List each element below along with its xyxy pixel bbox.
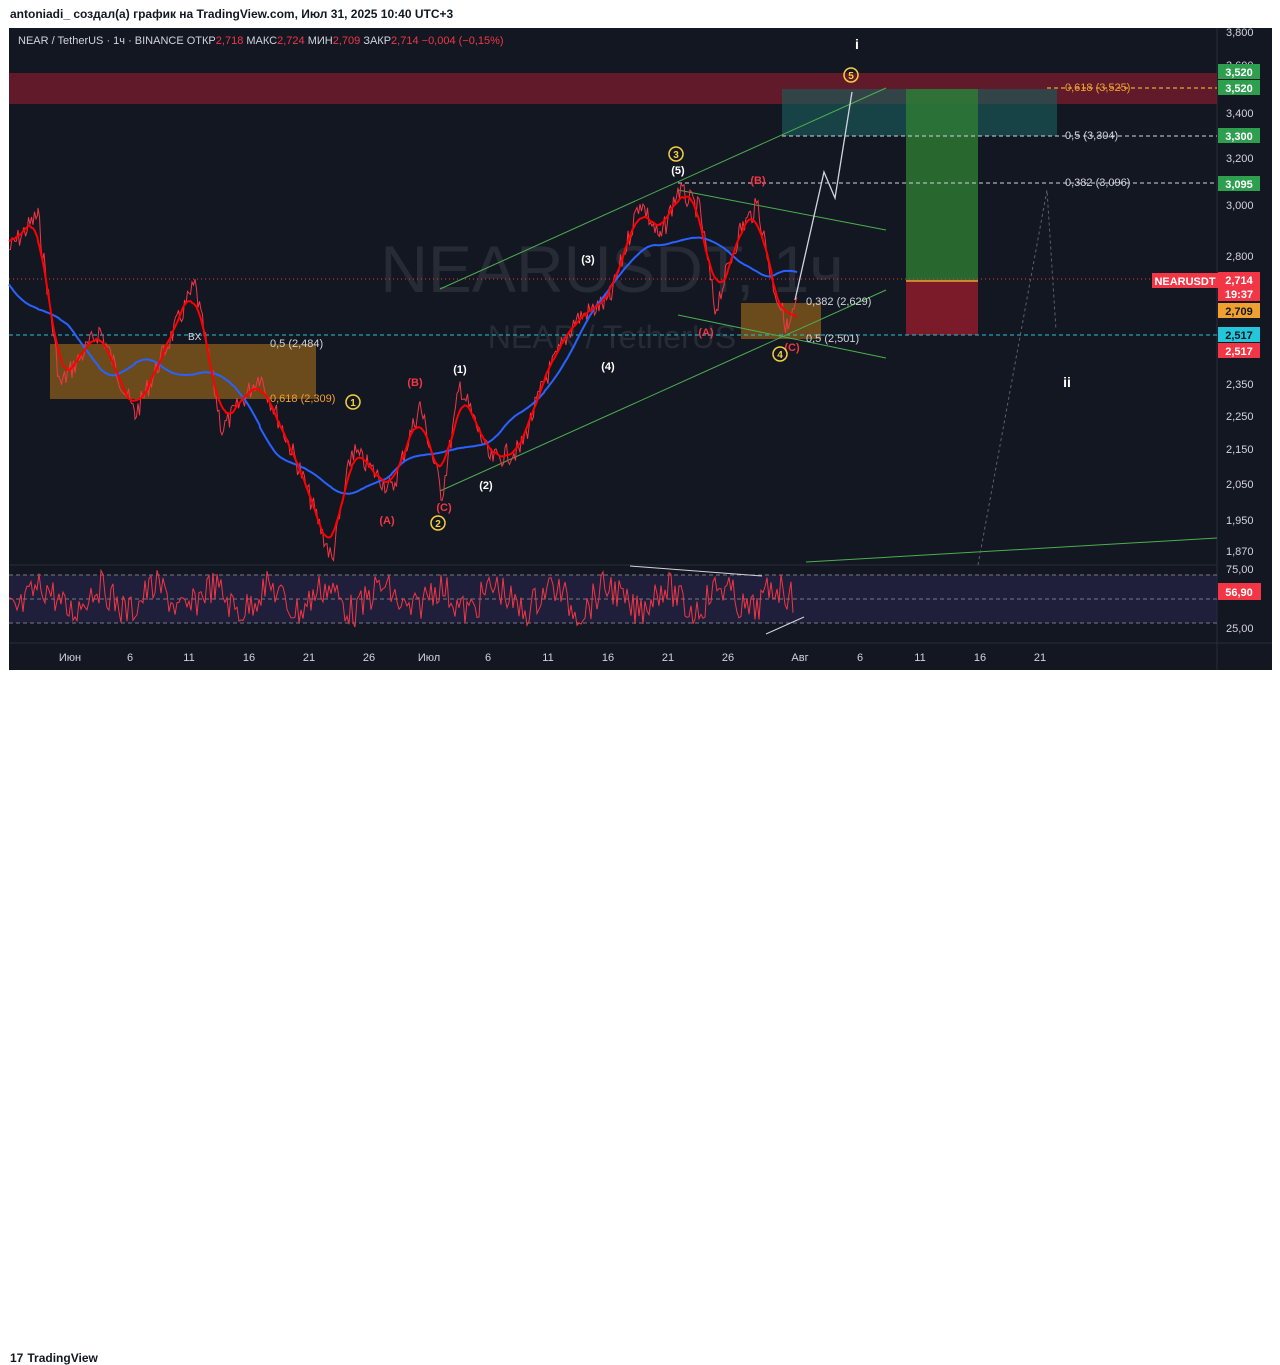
legend-low-value: 2,709 <box>332 35 361 47</box>
x-tick-label: 6 <box>857 652 863 664</box>
x-tick-label: 21 <box>303 652 315 664</box>
long-trend-line <box>805 537 1218 563</box>
y-tick-label: 3,000 <box>1226 200 1254 212</box>
legend-close-value: 2,714 <box>391 35 419 47</box>
wedge-upper <box>677 189 887 231</box>
legend-change: −0,004 (−0,15%) <box>421 35 504 47</box>
y-tick-label: 3,200 <box>1226 153 1254 165</box>
price-tag-label: 3,520 <box>1225 67 1253 79</box>
legend-high-label: МАКС <box>246 35 278 47</box>
tradingview-brand: TradingView <box>27 1351 98 1365</box>
price-tag-label: 2,714 <box>1225 275 1253 287</box>
wave-label-(B)-1: (B) <box>407 377 423 389</box>
legend-open-label: ОТКР <box>186 35 216 47</box>
wave-label-(5): (5) <box>671 165 685 177</box>
price-tag-label: 2,517 <box>1225 346 1253 358</box>
x-tick-label: Июл <box>418 652 440 664</box>
stop-loss-zone <box>906 281 978 335</box>
wave-circle-label-4: 4 <box>777 350 783 361</box>
x-tick-label: 16 <box>243 652 255 664</box>
price-tag-label: 3,095 <box>1225 179 1253 191</box>
y-tick-label: 3,800 <box>1226 27 1254 39</box>
fib-label-3525: 0,618 (3,525) <box>1065 82 1130 94</box>
x-tick-label: 11 <box>183 652 194 664</box>
wave-label-(C)-1: (C) <box>436 502 452 514</box>
wave-circle-label-1: 1 <box>350 398 356 409</box>
fib-label-2629: 0,382 (2,629) <box>806 296 871 308</box>
bx-label: BX <box>188 332 202 343</box>
wave-label-ii: ii <box>1063 374 1071 390</box>
wave-label-(4): (4) <box>601 361 615 373</box>
tradingview-logo[interactable]: 17 TradingView <box>10 1351 98 1365</box>
legend-high-value: 2,724 <box>277 35 305 47</box>
x-tick-label: 6 <box>127 652 133 664</box>
y-tick-label: 3,400 <box>1226 108 1254 120</box>
y-tick-label: 1,950 <box>1226 515 1254 527</box>
x-tick-label: 11 <box>914 652 925 664</box>
legend-close-label: ЗАКР <box>363 35 392 47</box>
price-tag-label: 3,300 <box>1225 131 1253 143</box>
wave-circle-label-2: 2 <box>435 519 441 530</box>
x-tick-label: 16 <box>602 652 614 664</box>
wave-label-(A)-2: (A) <box>698 327 714 339</box>
legend-low-label: МИН <box>307 35 333 47</box>
x-tick-label: 11 <box>542 652 553 664</box>
projection-ii <box>977 189 1057 566</box>
y-tick-label: 2,250 <box>1226 411 1254 423</box>
y-tick-label: 2,150 <box>1226 444 1254 456</box>
chart-footer: 17 TradingView <box>0 670 1280 1365</box>
price-tag-label: 19:37 <box>1225 289 1253 301</box>
price-tag-label: 2,517 <box>1225 330 1253 342</box>
chart-legend: NEAR / TetherUS · 1ч · BINANCE ОТКР2,718… <box>18 35 504 47</box>
take-profit-zone <box>906 89 978 281</box>
legend-symbol: NEAR / TetherUS · 1ч · BINANCE <box>18 35 184 47</box>
x-tick-label: Июн <box>59 652 81 664</box>
trading-chart[interactable]: NEARUSDT, 1ч NEAR / TetherUS 0,618 (3,52… <box>0 0 1280 706</box>
wave-label-(1): (1) <box>453 364 467 376</box>
wave-label-i: i <box>855 36 859 52</box>
legend-open-value: 2,718 <box>215 35 244 47</box>
y-tick-label: 2,800 <box>1226 251 1254 263</box>
y-tick-label: 2,050 <box>1226 479 1254 491</box>
price-tag-label: 2,709 <box>1225 306 1253 318</box>
fib-label-2501: 0,5 (2,501) <box>806 333 859 345</box>
x-tick-label: 21 <box>662 652 674 664</box>
rsi-tick-25: 25,00 <box>1226 623 1254 635</box>
rsi-value-label: 56,90 <box>1225 587 1253 599</box>
x-tick-label: 21 <box>1034 652 1046 664</box>
rsi-tick-75: 75,00 <box>1226 564 1254 576</box>
wave-label-(3): (3) <box>581 254 595 266</box>
wave-circle-label-5: 5 <box>848 71 854 82</box>
x-tick-label: 6 <box>485 652 491 664</box>
y-tick-label: 1,870 <box>1226 546 1254 558</box>
tradingview-mark-icon: 17 <box>10 1351 24 1365</box>
x-tick-label: 26 <box>722 652 734 664</box>
support-zone-left <box>50 344 316 399</box>
y-tick-label: 2,350 <box>1226 379 1254 391</box>
wave-label-(2): (2) <box>479 480 493 492</box>
price-tag-label: 3,520 <box>1225 83 1253 95</box>
wave-circle-label-3: 3 <box>673 150 679 161</box>
price-tag-label: NEARUSDT <box>1154 276 1215 288</box>
fib-label-3304: 0,5 (3,304) <box>1065 130 1118 142</box>
wave-label-(B)-2: (B) <box>750 175 766 187</box>
x-tick-label: Авг <box>791 652 808 664</box>
fib-label-3096: 0,382 (3,096) <box>1065 177 1130 189</box>
x-tick-label: 26 <box>363 652 375 664</box>
wave-label-(A)-1: (A) <box>379 515 395 527</box>
fib-label-2309: 0,618 (2,309) <box>270 393 335 405</box>
x-tick-label: 16 <box>974 652 986 664</box>
fib-label-2484: 0,5 (2,484) <box>270 338 323 350</box>
x-axis-ticks: Июн 6 11 16 21 26 Июл 6 11 16 21 26 Авг 6 11 16 21 <box>59 652 1046 664</box>
